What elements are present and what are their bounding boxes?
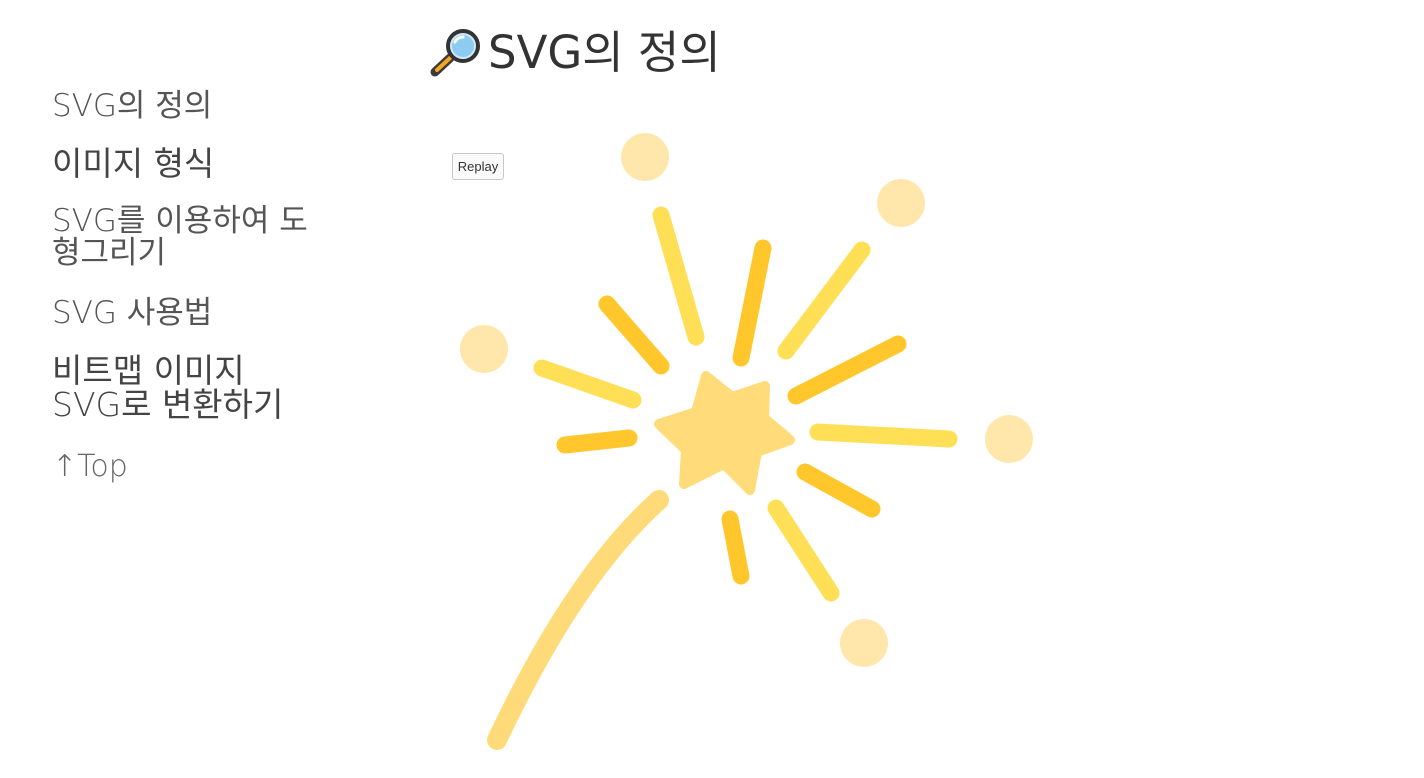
spark-dot [460, 325, 508, 373]
spark-ray [796, 463, 881, 518]
spark-ray [809, 423, 958, 448]
spark-ray [556, 429, 638, 454]
spark-ray [721, 510, 750, 585]
spark-ray [787, 335, 907, 405]
firework-sparkler-icon [460, 133, 1033, 750]
sparkler-stem [487, 490, 669, 750]
spark-ray [767, 499, 840, 602]
spark-dot [840, 619, 888, 667]
spark-dot [621, 133, 669, 181]
page: SVG의 정의 이미지 형식 SVG를 이용하여 도형그리기 SVG 사용법 비… [0, 0, 1424, 778]
spark-ray [777, 241, 871, 360]
spark-ray [598, 295, 670, 375]
spark-ray [652, 206, 705, 346]
sparkler-star [654, 371, 795, 495]
spark-ray [732, 239, 772, 367]
spark-dot [985, 415, 1033, 463]
spark-ray [533, 359, 642, 409]
spark-dot [877, 179, 925, 227]
